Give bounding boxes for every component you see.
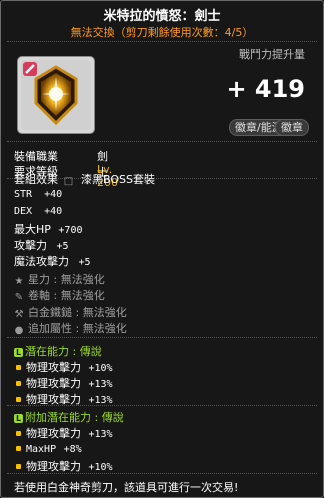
potential-label: 潛在能力 xyxy=(25,345,69,358)
stat-value: +5 xyxy=(78,257,91,268)
bullet-icon xyxy=(16,431,21,436)
stat-value: +5 xyxy=(56,241,69,252)
enhance-label: 白金鐵鎚 xyxy=(28,306,72,319)
hammer-icon: ⚒ xyxy=(14,309,24,320)
potential-grade: 傳說 xyxy=(79,345,102,358)
potential-stat: 物理攻擊力 xyxy=(26,361,81,374)
trade-notice: 無法交換（剪刀剩餘使用次數：4/5） xyxy=(70,26,254,39)
stat-value: +700 xyxy=(58,225,83,236)
potential-line: 物理攻擊力 +10% xyxy=(14,359,113,375)
additional-potential-value: +10% xyxy=(88,462,113,473)
set-effect-label: 套組效果 xyxy=(14,173,58,186)
stat-label: STR xyxy=(14,189,33,200)
requirement-label: 裝備職業 xyxy=(14,150,58,163)
stat-row: 最大HP +700 xyxy=(14,221,83,237)
enhance-row: ⚒ 白金鐵鎚 : 無法強化 xyxy=(14,306,127,320)
additional-potential-value: +13% xyxy=(88,429,113,440)
bullet-icon xyxy=(16,365,21,370)
additional-potential-header: L 附加潛在能力 : 傳說 xyxy=(14,411,124,424)
potential-header: L 潛在能力 : 傳說 xyxy=(14,345,102,358)
scroll-icon: ✎ xyxy=(14,292,24,303)
divider xyxy=(7,141,317,142)
set-effect-row: 套組效果 □ 漆黑BOSS套裝 xyxy=(14,171,155,187)
requirement-job: 裝備職業 劍士 xyxy=(14,148,108,179)
set-effect-value: 漆黑BOSS套裝 xyxy=(81,173,155,186)
bullet-icon xyxy=(16,381,21,386)
legendary-grade-icon: L xyxy=(14,414,23,423)
potential-value: +13% xyxy=(88,379,113,390)
stat-value: +40 xyxy=(44,189,63,200)
stat-row: 攻擊力 +5 xyxy=(14,237,69,253)
enhance-row: ★ 星力 : 無法強化 xyxy=(14,273,105,287)
bullet-icon xyxy=(16,446,21,451)
power-increase-label: 戰鬥力提升量 xyxy=(239,48,305,61)
additional-potential-label: 附加潛在能力 xyxy=(25,411,91,424)
additional-potential-stat: 物理攻擊力 xyxy=(26,460,81,473)
enhance-label: 卷軸 xyxy=(28,289,50,302)
additional-potential-line: 物理攻擊力 +13% xyxy=(14,425,113,441)
potential-value: +10% xyxy=(88,363,113,374)
flame-icon: ● xyxy=(14,325,24,336)
potential-stat: 物理攻擊力 xyxy=(26,377,81,390)
enhance-value: 無法強化 xyxy=(82,306,127,319)
divider xyxy=(7,337,317,338)
enhance-label: 追加屬性 xyxy=(28,322,72,335)
enhance-value: 無法強化 xyxy=(60,289,105,302)
stat-label: 魔法攻擊力 xyxy=(14,255,69,268)
item-tooltip: 米特拉的憤怒：劍士 無法交換（剪刀剩餘使用次數：4/5） 戰鬥力提升量 + 41… xyxy=(0,0,324,498)
additional-potential-value: +8% xyxy=(63,444,82,455)
mitra-emblem-icon xyxy=(21,60,91,130)
enhance-value: 無法強化 xyxy=(82,322,127,335)
emblem-button[interactable]: 徽章 xyxy=(275,119,309,136)
stat-label: 最大HP xyxy=(14,223,51,236)
stat-value: +40 xyxy=(44,206,63,217)
additional-potential-line: MaxHP +8% xyxy=(14,442,82,455)
divider xyxy=(7,473,317,474)
power-increase-value: + 419 xyxy=(226,75,305,103)
enhance-label: 星力 xyxy=(28,273,50,286)
bullet-icon xyxy=(16,464,21,469)
info-icon: □ xyxy=(63,176,74,187)
item-icon-frame xyxy=(17,56,95,134)
potential-line: 物理攻擊力 +13% xyxy=(14,375,113,391)
stat-label: DEX xyxy=(14,206,33,217)
additional-potential-stat: 物理攻擊力 xyxy=(26,427,81,440)
item-name: 米特拉的憤怒：劍士 xyxy=(103,9,221,24)
footer-note: 若使用白金神奇剪刀，該道具可進行一次交易! xyxy=(14,481,239,494)
enhance-row: ✎ 卷軸 : 無法強化 xyxy=(14,289,105,303)
bullet-icon xyxy=(16,397,21,402)
stat-row: STR +40 xyxy=(14,189,62,200)
enhance-value: 無法強化 xyxy=(60,273,105,286)
additional-potential-grade: 傳說 xyxy=(101,411,124,424)
enhance-row: ● 追加屬性 : 無法強化 xyxy=(14,322,127,336)
stat-row: DEX +40 xyxy=(14,206,62,217)
divider xyxy=(7,41,317,42)
stat-row: 魔法攻擊力 +5 xyxy=(14,253,91,269)
additional-potential-line: 物理攻擊力 +10% xyxy=(14,458,113,474)
additional-potential-stat: MaxHP xyxy=(26,444,57,455)
stat-label: 攻擊力 xyxy=(14,239,47,252)
legendary-grade-icon: L xyxy=(14,348,23,357)
divider xyxy=(7,405,317,406)
star-icon: ★ xyxy=(14,276,24,287)
